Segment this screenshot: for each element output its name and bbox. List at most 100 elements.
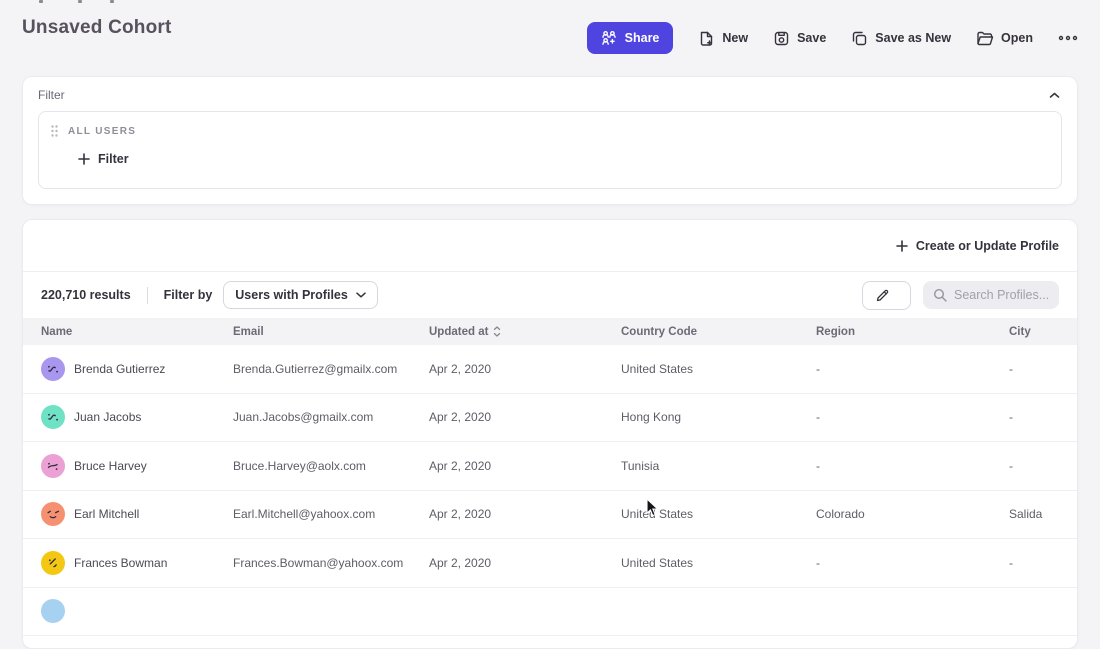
profile-city: - xyxy=(1009,410,1059,424)
profile-country: United States xyxy=(621,556,816,570)
filter-panel: Filter ALL USERS xyxy=(22,76,1078,205)
profile-updated-at: Apr 2, 2020 xyxy=(429,556,621,570)
filter-by-label: Filter by xyxy=(164,288,213,302)
profile-country: United States xyxy=(621,507,693,521)
page-title: Unsaved Cohort xyxy=(22,17,172,76)
save-button[interactable]: Save xyxy=(773,30,826,47)
save-icon xyxy=(773,30,790,47)
edit-columns-button[interactable] xyxy=(862,281,911,310)
column-header-region[interactable]: Region xyxy=(816,326,1009,338)
filter-group-all-users: ALL USERS Filter xyxy=(38,111,1062,189)
profile-region-wrap: United States xyxy=(621,507,816,521)
new-button[interactable]: New xyxy=(698,30,748,47)
save-as-new-button-label: Save as New xyxy=(875,31,951,45)
avatar xyxy=(41,454,65,478)
profile-city: - xyxy=(1009,362,1059,376)
table-row[interactable]: Juan Jacobs Juan.Jacobs@gmailx.com Apr 2… xyxy=(23,394,1077,443)
avatar xyxy=(41,599,65,623)
profile-region: - xyxy=(816,362,1009,376)
clipped-top-text xyxy=(78,0,82,3)
divider xyxy=(147,287,148,304)
new-button-label: New xyxy=(722,31,748,45)
table-row[interactable]: Brenda Gutierrez Brenda.Gutierrez@gmailx… xyxy=(23,345,1077,394)
save-as-new-button[interactable]: Save as New xyxy=(851,30,951,47)
profile-updated-at: Apr 2, 2020 xyxy=(429,507,621,521)
share-users-icon xyxy=(601,30,617,46)
more-options-button[interactable] xyxy=(1058,34,1078,42)
profile-name: Earl Mitchell xyxy=(74,507,139,521)
profile-city: - xyxy=(1009,459,1059,473)
table-row[interactable]: Bruce Harvey Bruce.Harvey@aolx.com Apr 2… xyxy=(23,442,1077,491)
profile-name: Juan Jacobs xyxy=(74,410,141,424)
avatar xyxy=(41,502,65,526)
file-plus-icon xyxy=(698,30,715,47)
profiles-filter-dropdown-value: Users with Profiles xyxy=(235,288,348,302)
avatar xyxy=(41,551,65,575)
chevron-down-icon xyxy=(356,292,366,298)
search-icon xyxy=(933,288,947,302)
create-or-update-profile-button[interactable]: Create or Update Profile xyxy=(896,239,1059,253)
ellipsis-icon xyxy=(1058,34,1078,42)
save-button-label: Save xyxy=(797,31,826,45)
table-row[interactable]: Frances Bowman Frances.Bowman@yahoox.com… xyxy=(23,539,1077,588)
clipped-top-text xyxy=(39,0,43,3)
collapse-filter-button[interactable] xyxy=(1047,90,1062,101)
drag-handle-icon[interactable] xyxy=(51,125,58,137)
column-header-city[interactable]: City xyxy=(1009,326,1059,338)
filter-group-label: ALL USERS xyxy=(68,126,136,137)
pencil-icon xyxy=(875,288,890,303)
column-header-email[interactable]: Email xyxy=(233,326,429,338)
profile-region: - xyxy=(816,459,1009,473)
profile-name: Frances Bowman xyxy=(74,556,167,570)
share-button[interactable]: Share xyxy=(587,22,674,54)
profile-country: Tunisia xyxy=(621,459,816,473)
column-header-name[interactable]: Name xyxy=(41,326,233,338)
create-or-update-profile-label: Create or Update Profile xyxy=(916,239,1059,253)
table-row[interactable]: Earl Mitchell Earl.Mitchell@yahoox.com A… xyxy=(23,491,1077,540)
profile-updated-at: Apr 2, 2020 xyxy=(429,410,621,424)
filter-panel-title: Filter xyxy=(38,88,65,102)
profile-email: Earl.Mitchell@yahoox.com xyxy=(233,507,429,521)
profiles-filter-dropdown[interactable]: Users with Profiles xyxy=(223,281,378,309)
page-header: Unsaved Cohort Share New xyxy=(0,0,1100,76)
sort-icon xyxy=(493,326,501,337)
results-toolbar: 220,710 results Filter by Users with Pro… xyxy=(23,272,1077,318)
chevron-up-icon xyxy=(1049,92,1060,99)
profile-region: - xyxy=(816,410,1009,424)
clipped-top-text xyxy=(110,0,114,3)
avatar xyxy=(41,357,65,381)
profiles-search-input[interactable] xyxy=(954,288,1049,302)
table-header-row: Name Email Updated at Country Code Regio… xyxy=(23,318,1077,345)
column-header-country-code[interactable]: Country Code xyxy=(621,326,816,338)
add-filter-button[interactable]: Filter xyxy=(78,152,129,166)
open-button-label: Open xyxy=(1001,31,1033,45)
plus-icon xyxy=(896,240,908,252)
profile-city: Salida xyxy=(1009,507,1059,521)
profiles-search[interactable] xyxy=(923,281,1059,309)
profile-email: Juan.Jacobs@gmailx.com xyxy=(233,410,429,424)
results-count: 220,710 results xyxy=(41,288,131,302)
profile-email: Bruce.Harvey@aolx.com xyxy=(233,459,429,473)
add-filter-label: Filter xyxy=(98,152,129,166)
profile-email: Brenda.Gutierrez@gmailx.com xyxy=(233,362,429,376)
folder-icon xyxy=(976,30,994,47)
profile-region: - xyxy=(816,556,1009,570)
avatar xyxy=(41,405,65,429)
profile-email: Frances.Bowman@yahoox.com xyxy=(233,556,429,570)
profile-updated-at: Apr 2, 2020 xyxy=(429,362,621,376)
profile-country: United States xyxy=(621,362,816,376)
profile-updated-at: Apr 2, 2020 xyxy=(429,459,621,473)
plus-icon xyxy=(78,153,90,165)
profile-name: Bruce Harvey xyxy=(74,459,147,473)
share-button-label: Share xyxy=(625,31,660,45)
header-actions: Share New Save xyxy=(587,0,1078,76)
profile-region: Colorado xyxy=(816,507,1009,521)
profile-city: - xyxy=(1009,556,1059,570)
open-button[interactable]: Open xyxy=(976,30,1033,47)
profile-name: Brenda Gutierrez xyxy=(74,362,165,376)
copy-icon xyxy=(851,30,868,47)
table-row-partial[interactable] xyxy=(23,588,1077,637)
profile-country: Hong Kong xyxy=(621,410,816,424)
results-panel: Create or Update Profile 220,710 results… xyxy=(22,219,1078,649)
column-header-updated-at[interactable]: Updated at xyxy=(429,326,621,338)
